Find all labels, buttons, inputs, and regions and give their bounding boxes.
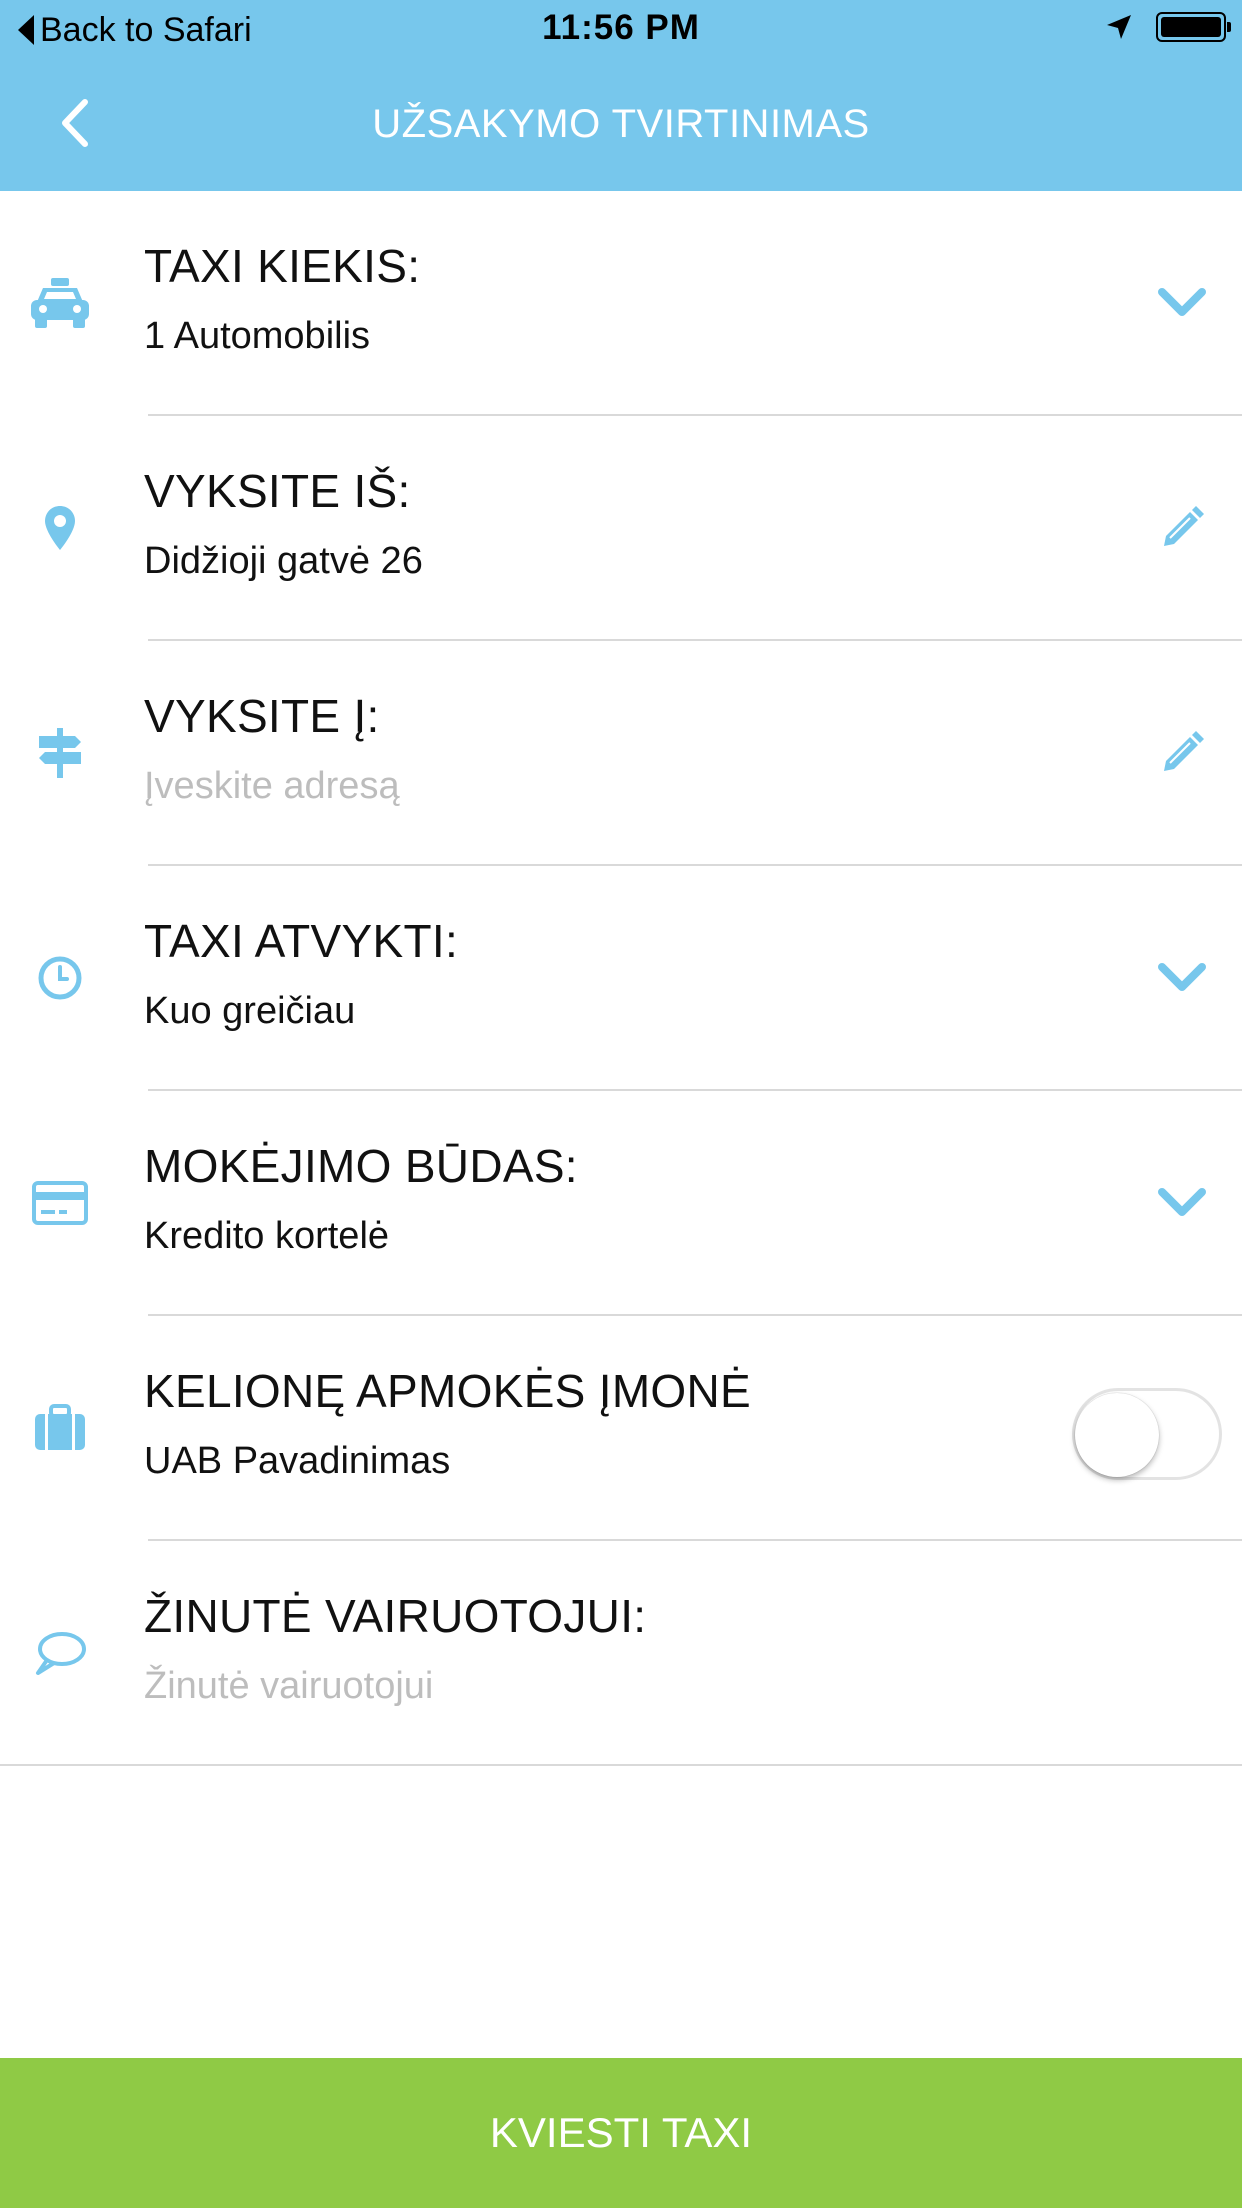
battery-icon [1156, 12, 1231, 42]
status-time: 11:56 PM [542, 8, 700, 47]
app-header: Back to Safari 11:56 PM UŽSAKYMO TVIRTIN… [0, 0, 1242, 191]
row-title: VYKSITE Į: [144, 690, 380, 742]
location-arrow-icon [1107, 15, 1131, 39]
pencil-icon[interactable] [1150, 496, 1214, 560]
clock-icon [24, 942, 96, 1014]
briefcase-icon [24, 1392, 96, 1464]
taxi-icon [24, 267, 96, 339]
page-title: UŽSAKYMO TVIRTINIMAS [372, 102, 870, 146]
row-value: UAB Pavadinimas [144, 1440, 451, 1482]
row-value: 1 Automobilis [144, 315, 371, 357]
row-title: VYKSITE IŠ: [144, 465, 411, 517]
status-bar: Back to Safari 11:56 PM [0, 0, 1242, 60]
toggle-knob [1075, 1393, 1159, 1477]
company-pays-toggle[interactable] [1072, 1388, 1222, 1480]
row-company-pays: KELIONĘ APMOKĖS ĮMONĖ UAB Pavadinimas [0, 1316, 1242, 1541]
map-pin-icon [24, 492, 96, 564]
row-arrival-time[interactable]: TAXI ATVYKTI: Kuo greičiau [0, 866, 1242, 1091]
row-title: TAXI KIEKIS: [144, 240, 421, 292]
row-value: Didžioji gatvė 26 [144, 540, 423, 582]
credit-card-icon [24, 1167, 96, 1239]
destination-input[interactable]: Įveskite adresą [144, 765, 400, 808]
row-pickup-address[interactable]: VYKSITE IŠ: Didžioji gatvė 26 [0, 416, 1242, 641]
row-value: Kuo greičiau [144, 990, 356, 1032]
row-payment-method[interactable]: MOKĖJIMO BŪDAS: Kredito kortelė [0, 1091, 1242, 1316]
order-details-list: TAXI KIEKIS: 1 Automobilis VYKSITE IŠ: D… [0, 191, 1242, 1766]
row-title: KELIONĘ APMOKĖS ĮMONĖ [144, 1365, 752, 1417]
status-indicators [1104, 12, 1231, 42]
row-title: ŽINUTĖ VAIRUOTOJUI: [144, 1590, 647, 1642]
row-taxi-count[interactable]: TAXI KIEKIS: 1 Automobilis [0, 191, 1242, 416]
call-taxi-button[interactable]: KVIESTI TAXI [0, 2058, 1242, 2208]
driver-message-input[interactable]: Žinutė vairuotojui [144, 1665, 433, 1708]
row-destination-address[interactable]: VYKSITE Į: Įveskite adresą [0, 641, 1242, 866]
pencil-icon[interactable] [1150, 721, 1214, 785]
chevron-down-icon[interactable] [1150, 946, 1214, 1010]
row-divider [0, 1764, 1242, 1766]
chevron-down-icon[interactable] [1150, 271, 1214, 335]
speech-bubble-icon [24, 1617, 96, 1689]
row-title: TAXI ATVYKTI: [144, 915, 459, 967]
signpost-icon [24, 717, 96, 789]
row-driver-message[interactable]: ŽINUTĖ VAIRUOTOJUI: Žinutė vairuotojui [0, 1541, 1242, 1766]
row-value: Kredito kortelė [144, 1215, 390, 1257]
chevron-down-icon[interactable] [1150, 1171, 1214, 1235]
row-title: MOKĖJIMO BŪDAS: [144, 1140, 578, 1192]
